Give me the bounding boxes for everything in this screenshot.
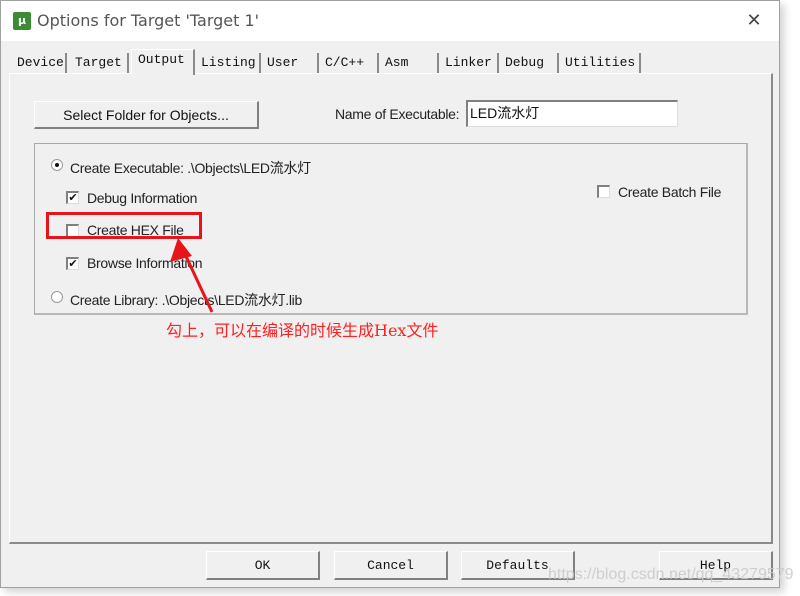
tab-output[interactable]: Output bbox=[131, 49, 195, 75]
arrow-shaft bbox=[182, 251, 214, 313]
arrow-head bbox=[170, 238, 192, 262]
watermark: https://blog.csdn.net/qq_43279579 bbox=[548, 566, 794, 583]
annotation-text: 勾上，可以在编译的时候生成Hex文件 bbox=[166, 321, 439, 340]
annotation-arrow-icon bbox=[170, 238, 214, 313]
